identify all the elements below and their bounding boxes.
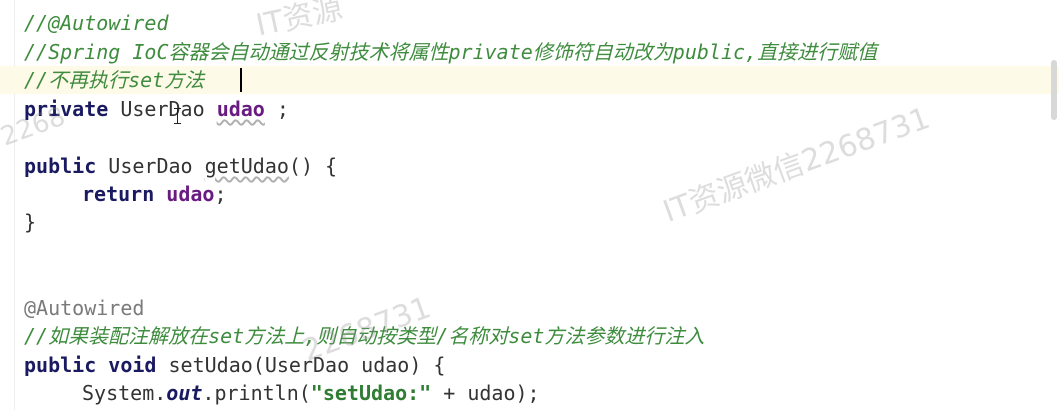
system-class: System. [82, 381, 167, 405]
return-field-udao: udao [166, 182, 215, 206]
code-line-setter-signature[interactable]: public void setUdao(UserDao udao) { [24, 351, 445, 379]
code-line-autowired-annotation[interactable]: @Autowired [24, 294, 144, 322]
keyword-private: private [24, 97, 109, 121]
text-caret [240, 68, 242, 92]
code-line-field-declaration[interactable]: private UserDao udao ; [24, 95, 289, 123]
ibeam-cursor-icon [174, 108, 181, 124]
vertical-scrollbar-thumb[interactable] [1051, 60, 1057, 120]
keyword-return: return [82, 182, 155, 206]
code-line-getter-close[interactable]: } [24, 208, 36, 236]
statement-end: ; [264, 97, 289, 121]
setter-signature-rest: setUdao(UserDao udao) { [156, 353, 446, 377]
method-getudao: getUdao [204, 154, 289, 178]
keyword-public: public [24, 154, 97, 178]
gutter-divider [14, 0, 15, 410]
code-line-set-comment[interactable]: //不再执行set方法 [24, 66, 204, 94]
println-call: .println( [202, 381, 311, 405]
field-udao: udao [216, 97, 265, 121]
code-line-autowired-comment[interactable]: //@Autowired [24, 9, 169, 37]
keyword-public: public [24, 353, 97, 377]
string-literal: "setUdao:" [310, 381, 432, 405]
code-line-setter-comment[interactable]: //如果装配注解放在set方法上,则自动按类型/名称对set方法参数进行注入 [24, 322, 704, 350]
type-userdao: UserDao [120, 97, 205, 121]
println-args-end: + udao); [431, 381, 540, 405]
code-line-println[interactable]: System.out.println("setUdao:" + udao); [82, 379, 540, 407]
code-line-getter-signature[interactable]: public UserDao getUdao() { [24, 152, 337, 180]
getter-params: () { [288, 154, 338, 178]
code-editor[interactable]: //@Autowired //Spring IoC容器会自动通过反射技术将属性p… [0, 0, 1059, 410]
code-line-return[interactable]: return udao; [82, 180, 227, 208]
keyword-void: void [108, 353, 157, 377]
code-line-ioc-comment[interactable]: //Spring IoC容器会自动通过反射技术将属性private修饰符自动改为… [24, 38, 877, 66]
return-type: UserDao [96, 154, 205, 178]
return-end: ; [214, 182, 227, 206]
static-out: out [166, 381, 203, 405]
